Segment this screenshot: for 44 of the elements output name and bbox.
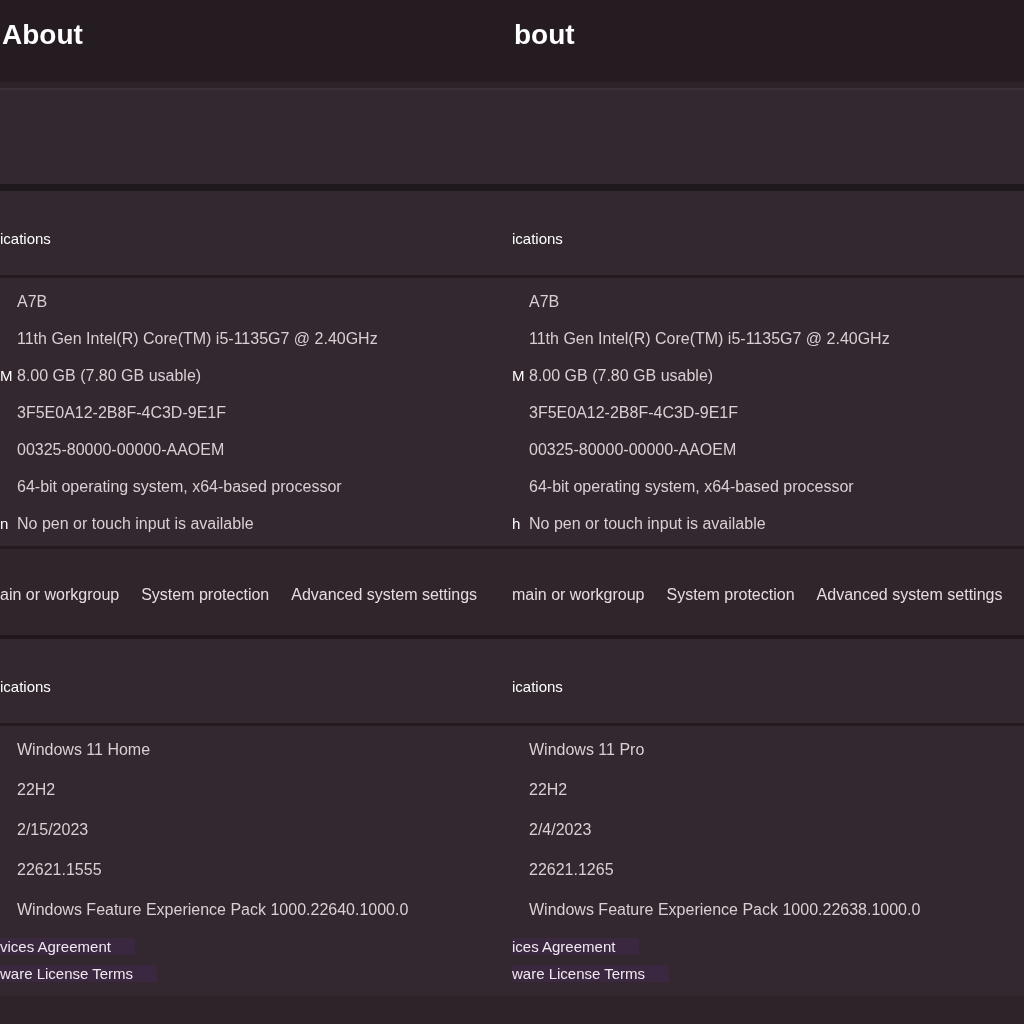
spec-value: 22H2 [529, 780, 569, 800]
spec-value: 00325-80000-00000-AAOEM [17, 440, 226, 460]
spec-value: 2/15/2023 [17, 820, 90, 840]
spec-value: 00325-80000-00000-AAOEM [529, 440, 738, 460]
spec-value: Windows Feature Experience Pack 1000.22638.1000.0 [529, 900, 922, 920]
related-link[interactable]: Advanced system settings [291, 586, 478, 604]
spec-value: 8.00 GB (7.80 GB usable) [17, 366, 203, 386]
spec-label: M [0, 366, 14, 386]
footer-link[interactable]: ware License Terms [512, 965, 670, 982]
spec-value: A7B [17, 292, 49, 312]
related-link[interactable]: main or workgroup [512, 586, 645, 604]
footer-link[interactable]: ices Agreement [512, 938, 640, 955]
related-link[interactable]: System protection [666, 586, 795, 604]
spec-value: Windows 11 Pro [529, 740, 646, 760]
spec-label: h [512, 514, 522, 534]
footer-link[interactable]: vices Agreement [0, 938, 135, 955]
spec-value: 22621.1265 [529, 860, 615, 880]
spec-value: 11th Gen Intel(R) Core(TM) i5-1135G7 @ 2.40GHz [17, 329, 379, 349]
section-heading: ications [512, 677, 563, 695]
page-title: About [1, 19, 83, 51]
spec-label: n [0, 514, 10, 534]
spec-value: Windows Feature Experience Pack 1000.22640.1000.0 [17, 900, 410, 920]
spec-value: 64-bit operating system, x64-based processor [17, 477, 343, 497]
spec-value: 11th Gen Intel(R) Core(TM) i5-1135G7 @ 2.40GHz [529, 329, 891, 349]
spec-value: No pen or touch input is available [17, 514, 255, 534]
spec-label: M [512, 366, 526, 386]
related-link[interactable]: Advanced system settings [816, 586, 1003, 604]
section-heading: ications [512, 229, 563, 247]
spec-value: Windows 11 Home [17, 740, 152, 760]
spec-value: 22621.1555 [17, 860, 103, 880]
spec-value: 64-bit operating system, x64-based processor [529, 477, 855, 497]
spec-value: 8.00 GB (7.80 GB usable) [529, 366, 715, 386]
related-link[interactable]: ain or workgroup [0, 586, 120, 604]
related-link[interactable]: System protection [141, 586, 270, 604]
spec-value: 3F5E0A12-2B8F-4C3D-9E1F [17, 403, 227, 423]
spec-value: 3F5E0A12-2B8F-4C3D-9E1F [529, 403, 739, 423]
spec-value: 22H2 [17, 780, 57, 800]
spec-value: 2/4/2023 [529, 820, 593, 840]
section-heading: ications [0, 229, 51, 247]
footer-link[interactable]: ware License Terms [0, 965, 158, 982]
spec-value: No pen or touch input is available [529, 514, 767, 534]
page-title: bout [513, 19, 575, 51]
section-heading: ications [0, 677, 51, 695]
spec-value: A7B [529, 292, 561, 312]
